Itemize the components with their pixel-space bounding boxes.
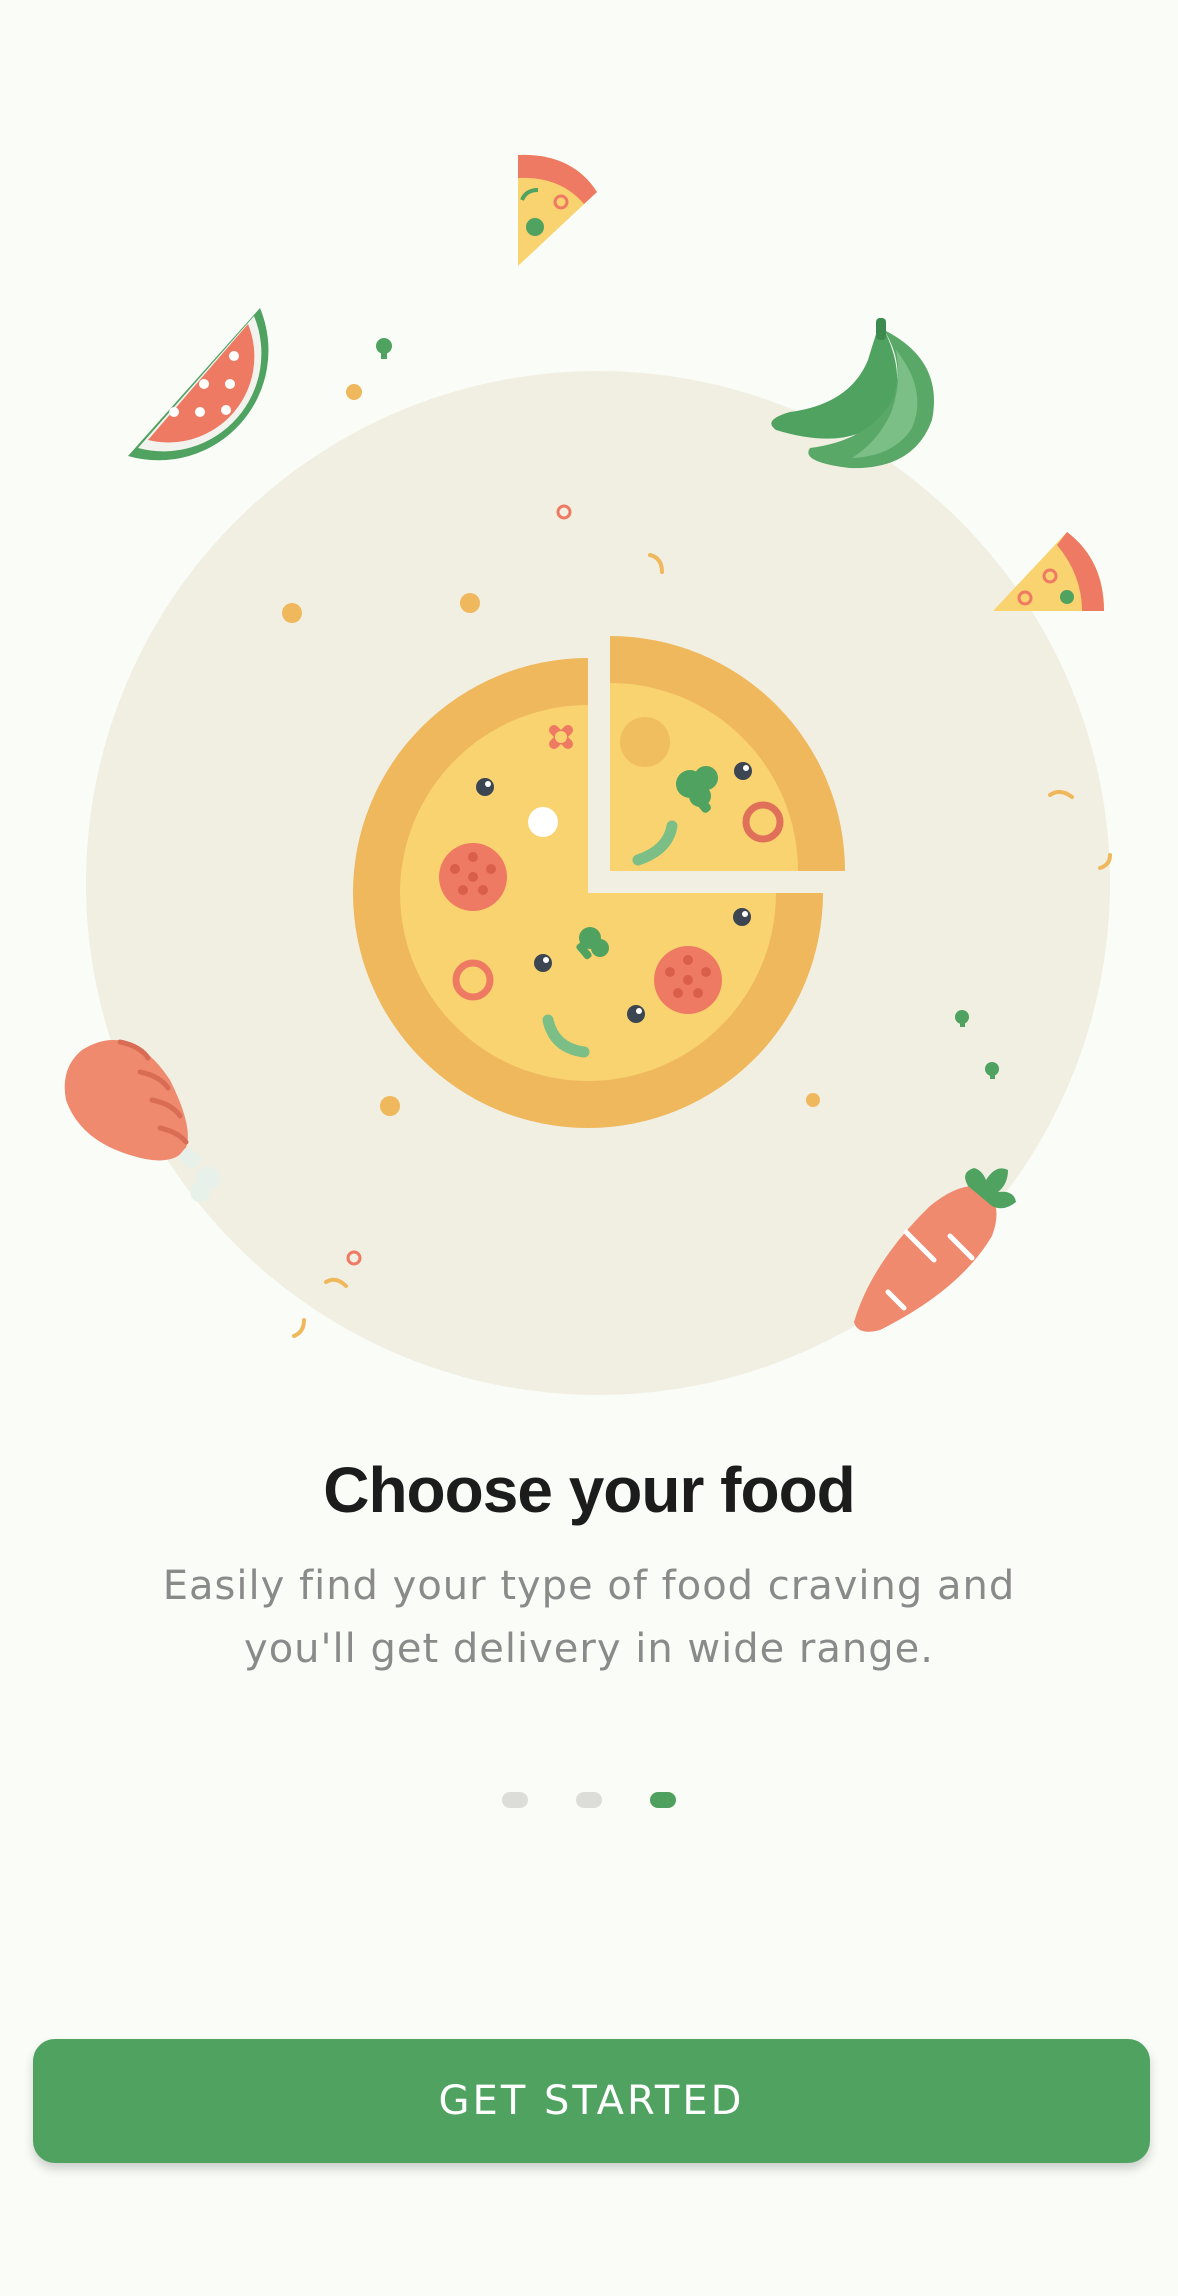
watermelon-icon <box>128 308 269 461</box>
page-title: Choose your food <box>323 1454 856 1526</box>
page-indicator <box>0 1792 1178 1808</box>
page-dot-3-active[interactable] <box>650 1792 676 1808</box>
page-description: Easily find your type of food craving an… <box>162 1563 1016 1672</box>
pizza-slice-right-icon <box>993 532 1104 611</box>
pizza-slice-top-icon <box>518 154 597 266</box>
page-dot-2[interactable] <box>576 1792 602 1808</box>
food-illustration <box>0 0 1178 1420</box>
get-started-button[interactable]: GET STARTED <box>33 2039 1150 2163</box>
page-dot-1[interactable] <box>502 1792 528 1808</box>
